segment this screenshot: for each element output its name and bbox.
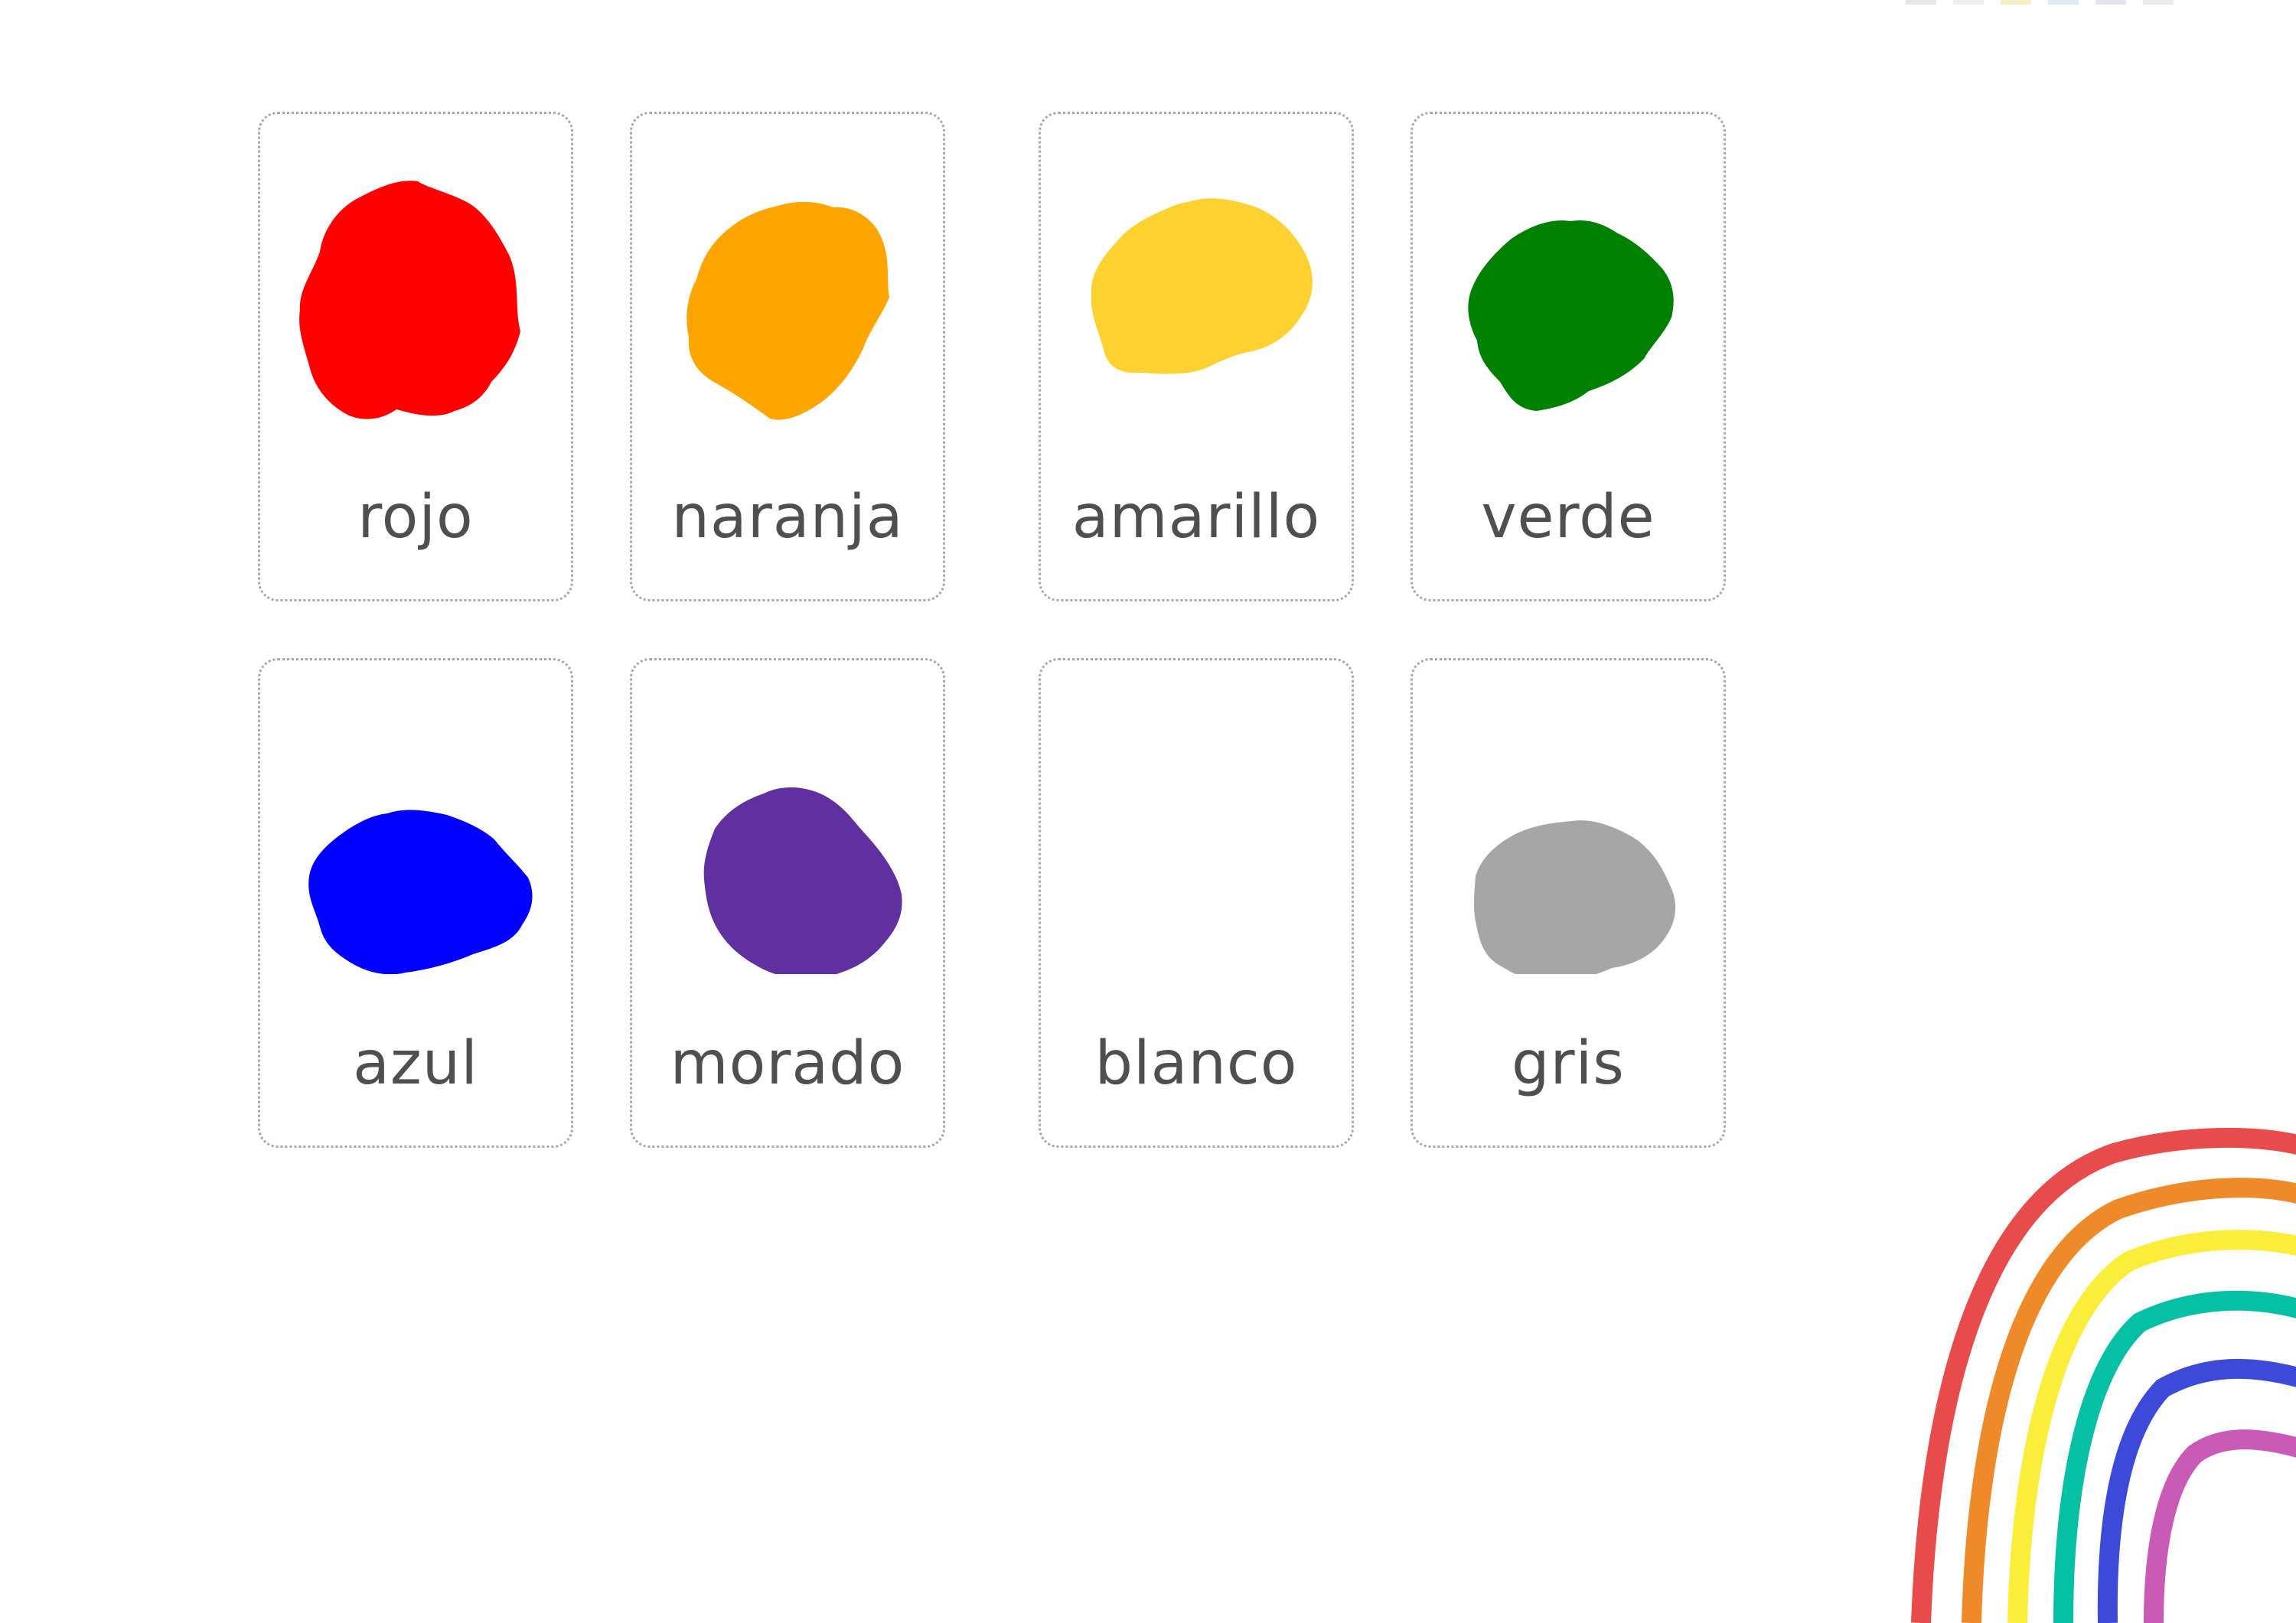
card-label: morado [670, 1029, 905, 1098]
card-label: verde [1481, 483, 1655, 552]
color-card-naranja: naranja [630, 112, 945, 601]
paint-splat-icon [1122, 803, 1296, 952]
card-label: gris [1512, 1029, 1625, 1098]
paint-splat-shape [703, 787, 902, 974]
card-label: amarillo [1071, 483, 1321, 552]
color-card-verde: verde [1411, 112, 1726, 601]
paint-splat-shape [687, 201, 889, 420]
card-label: azul [353, 1029, 478, 1098]
paint-splat-shape [1474, 820, 1676, 974]
paint-splat-icon [703, 787, 902, 974]
color-card-azul: azul [258, 658, 573, 1148]
paint-splat-icon [1468, 220, 1674, 411]
rainbow-decoration [1911, 1127, 2296, 1623]
top-edge-decoration [1906, 0, 2174, 5]
rainbow-arc-pink [2144, 1429, 2296, 1623]
paint-splat-icon [1474, 820, 1676, 974]
paint-splat-shape [308, 810, 533, 974]
color-card-blanco: blanco [1039, 658, 1354, 1148]
color-card-amarillo: amarillo [1039, 112, 1354, 601]
paint-splat-icon [1091, 198, 1313, 374]
paint-splat-icon [308, 810, 533, 974]
color-card-rojo: rojo [258, 112, 573, 601]
card-label: naranja [671, 483, 904, 552]
paint-splat-icon [687, 201, 889, 420]
paint-splat-shape [1468, 220, 1674, 411]
paint-splat-shape [1091, 198, 1313, 374]
rainbow-arc-blue [2097, 1358, 2296, 1623]
color-card-gris: gris [1411, 658, 1726, 1148]
card-label: rojo [357, 483, 474, 552]
paint-splat-shape [299, 181, 520, 419]
color-card-morado: morado [630, 658, 945, 1148]
card-label: blanco [1094, 1029, 1298, 1098]
paint-splat-icon [299, 181, 520, 419]
paint-splat-shape [1122, 803, 1296, 952]
